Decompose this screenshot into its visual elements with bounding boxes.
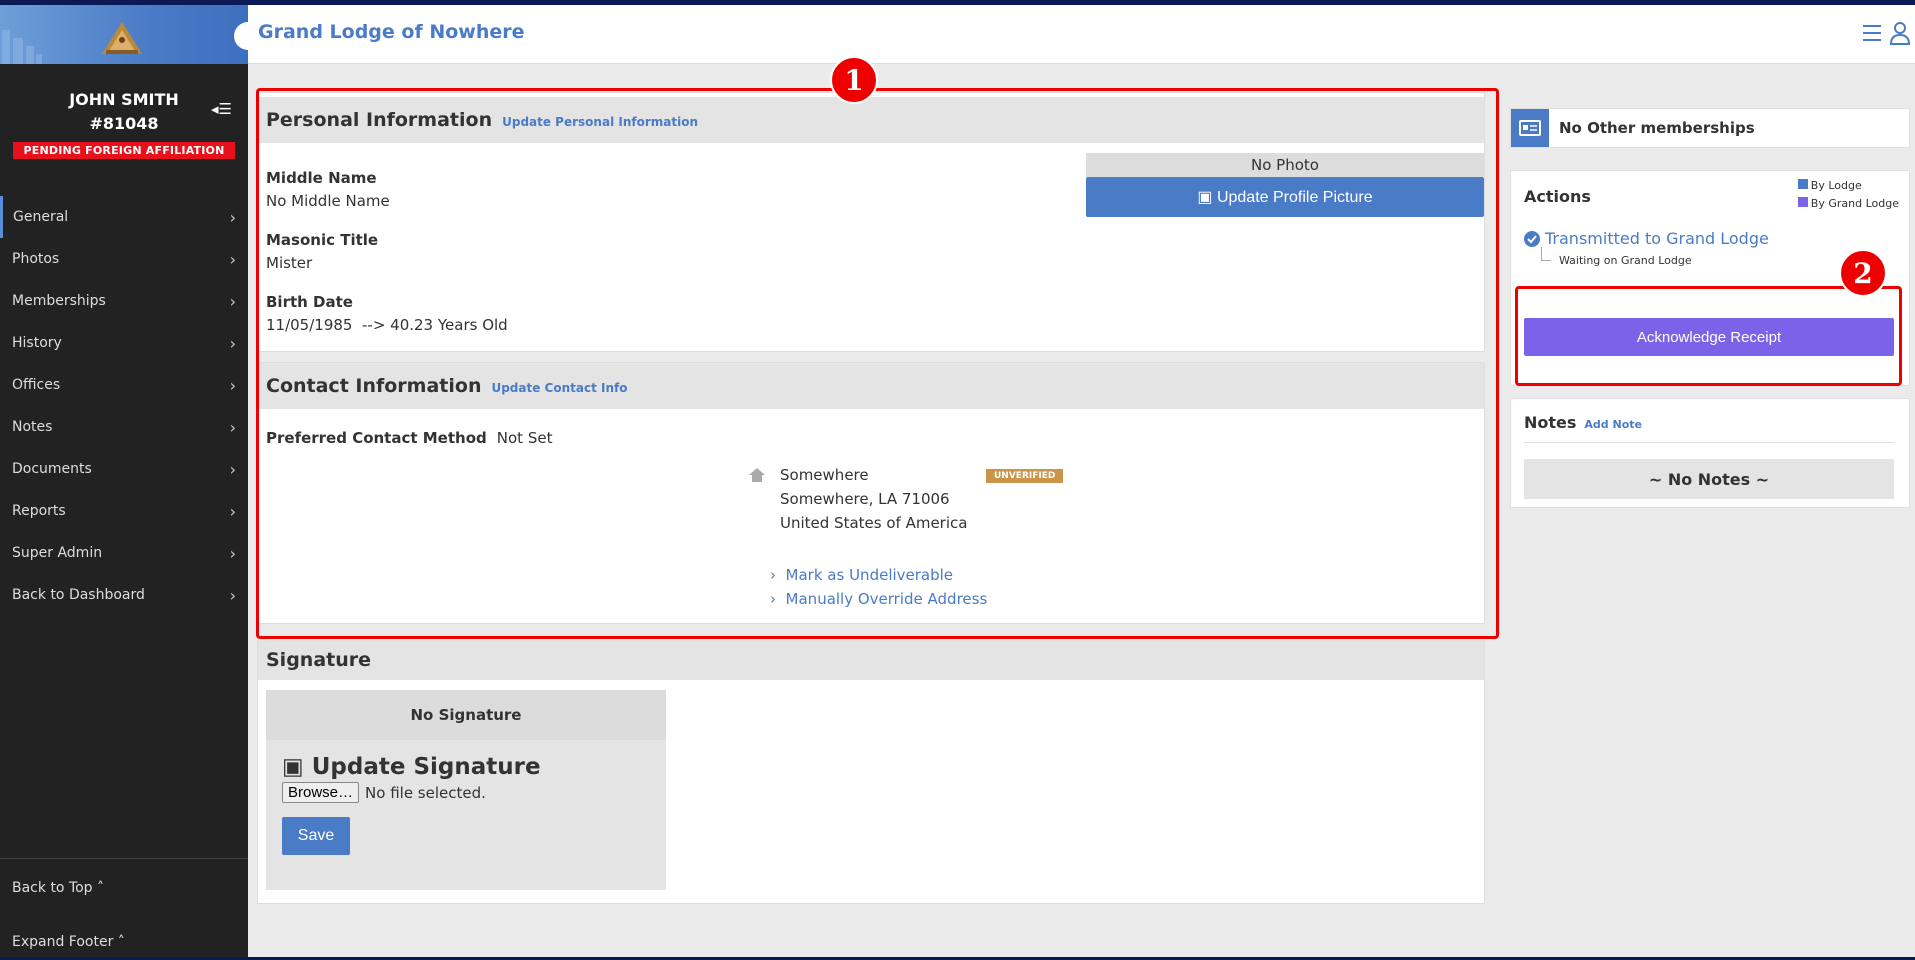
header-icons bbox=[1861, 21, 1911, 45]
chevron-right-icon: › bbox=[229, 375, 236, 395]
chevron-right-icon: › bbox=[229, 333, 236, 353]
camera-icon: ▣ bbox=[282, 754, 312, 780]
signature-title: Signature bbox=[266, 649, 372, 671]
sidebar-item-memberships[interactable]: Memberships › bbox=[0, 280, 248, 322]
skyline-graphic bbox=[0, 24, 50, 64]
chevron-up-icon: ˄ bbox=[92, 879, 105, 896]
no-file-label: No file selected. bbox=[365, 783, 486, 802]
step-marker-1: 1 bbox=[830, 56, 878, 104]
update-signature-label: Update Signature bbox=[311, 754, 541, 780]
chevron-right-icon: › bbox=[229, 291, 236, 311]
top-header: Grand Lodge of Nowhere bbox=[248, 5, 1915, 64]
check-circle-icon bbox=[1524, 230, 1540, 247]
add-note-link[interactable]: Add Note bbox=[1584, 418, 1642, 431]
highlight-box-2 bbox=[1515, 286, 1902, 386]
highlight-box-1 bbox=[256, 88, 1499, 639]
step-marker-2: 2 bbox=[1839, 249, 1887, 297]
user-block: JOHN SMITH #81048 PENDING FOREIGN AFFILI… bbox=[0, 64, 248, 196]
sidebar-item-general[interactable]: General › bbox=[0, 196, 248, 238]
legend-swatch-grand-lodge bbox=[1797, 197, 1808, 207]
chevron-right-icon: › bbox=[229, 207, 236, 227]
chevron-right-icon: › bbox=[229, 585, 236, 605]
memberships-label: No Other memberships bbox=[1559, 119, 1755, 137]
sidebar-item-label: Back to Dashboard bbox=[12, 587, 145, 603]
signature-box: No Signature ▣ Update Signature Browse… … bbox=[266, 690, 666, 890]
chevron-right-icon: › bbox=[229, 249, 236, 269]
chevron-right-icon: › bbox=[229, 501, 236, 521]
browse-button[interactable]: Browse… bbox=[282, 782, 360, 803]
legend-by-grand-lodge: By Grand Lodge bbox=[1797, 195, 1899, 213]
legend-lodge-label: By Lodge bbox=[1810, 179, 1862, 192]
sidebar: JOHN SMITH #81048 PENDING FOREIGN AFFILI… bbox=[0, 5, 248, 957]
legend-swatch-lodge bbox=[1797, 179, 1808, 189]
chevron-right-icon: › bbox=[229, 459, 236, 479]
tree-connector bbox=[1541, 247, 1551, 261]
sidebar-item-photos[interactable]: Photos › bbox=[0, 238, 248, 280]
notes-header: Notes Add Note bbox=[1524, 413, 1894, 443]
notes-title: Notes bbox=[1524, 413, 1577, 432]
id-card-icon bbox=[1511, 109, 1549, 147]
sidebar-toggle-icon[interactable]: ◂☰ bbox=[211, 100, 232, 118]
save-button[interactable]: Save bbox=[282, 817, 350, 855]
signature-header: Signature bbox=[258, 640, 1484, 680]
legend-grand-lodge-label: By Grand Lodge bbox=[1810, 197, 1899, 210]
sidebar-item-label: Notes bbox=[12, 419, 53, 435]
page-title: Grand Lodge of Nowhere bbox=[258, 21, 525, 43]
sidebar-item-label: Memberships bbox=[12, 293, 106, 309]
actions-legend: By Lodge By Grand Lodge bbox=[1797, 177, 1899, 213]
back-to-top-label: Back to Top bbox=[12, 879, 93, 896]
brand-banner[interactable] bbox=[0, 5, 248, 64]
sidebar-item-offices[interactable]: Offices › bbox=[0, 364, 248, 406]
legend-by-lodge: By Lodge bbox=[1797, 177, 1899, 195]
sidebar-item-history[interactable]: History › bbox=[0, 322, 248, 364]
sidebar-item-label: Reports bbox=[12, 503, 66, 519]
sidebar-item-reports[interactable]: Reports › bbox=[0, 490, 248, 532]
sidebar-item-label: Super Admin bbox=[12, 545, 103, 561]
user-icon[interactable] bbox=[1889, 21, 1911, 45]
sidebar-nav: General › Photos › Memberships › History › O… bbox=[0, 196, 248, 616]
sidebar-item-super-admin[interactable]: Super Admin › bbox=[0, 532, 248, 574]
sidebar-item-label: Documents bbox=[12, 461, 92, 477]
no-notes-label: ~ No Notes ~ bbox=[1524, 459, 1894, 499]
sidebar-item-back-to-dashboard[interactable]: Back to Dashboard › bbox=[0, 574, 248, 616]
memberships-card: No Other memberships bbox=[1510, 108, 1910, 148]
chevron-right-icon: › bbox=[229, 543, 236, 563]
update-signature-heading: ▣ Update Signature bbox=[282, 754, 650, 780]
menu-icon[interactable] bbox=[1861, 21, 1883, 45]
sidebar-item-label: Photos bbox=[12, 251, 60, 267]
sidebar-item-label: General bbox=[13, 209, 69, 225]
update-signature-form: ▣ Update Signature Browse… No file selec… bbox=[266, 740, 666, 855]
sidebar-item-documents[interactable]: Documents › bbox=[0, 448, 248, 490]
sidebar-footer: Back to Top ˄ Expand Footer ˄ bbox=[0, 858, 248, 959]
transmitted-label: Transmitted to Grand Lodge bbox=[1545, 229, 1769, 248]
back-to-top-link[interactable]: Back to Top ˄ bbox=[0, 859, 248, 904]
sidebar-item-label: Offices bbox=[12, 377, 61, 393]
actions-title: Actions bbox=[1524, 187, 1591, 206]
status-badge: PENDING FOREIGN AFFILIATION bbox=[13, 142, 235, 159]
sidebar-item-notes[interactable]: Notes › bbox=[0, 406, 248, 448]
signature-panel: Signature No Signature ▣ Update Signatur… bbox=[257, 640, 1485, 904]
chevron-right-icon: › bbox=[229, 417, 236, 437]
transmitted-step[interactable]: Transmitted to Grand Lodge bbox=[1524, 229, 1769, 248]
no-signature-label: No Signature bbox=[266, 690, 666, 740]
waiting-label: Waiting on Grand Lodge bbox=[1559, 254, 1692, 267]
expand-footer-link[interactable]: Expand Footer ˄ bbox=[0, 904, 248, 959]
notes-card: Notes Add Note ~ No Notes ~ bbox=[1510, 398, 1910, 508]
expand-footer-label: Expand Footer bbox=[12, 933, 114, 950]
chevron-up-icon: ˄ bbox=[113, 933, 125, 950]
sidebar-item-label: History bbox=[12, 335, 62, 351]
lodge-logo-icon bbox=[102, 22, 142, 54]
file-input: Browse… No file selected. bbox=[282, 782, 650, 803]
brand-circle bbox=[234, 22, 248, 50]
